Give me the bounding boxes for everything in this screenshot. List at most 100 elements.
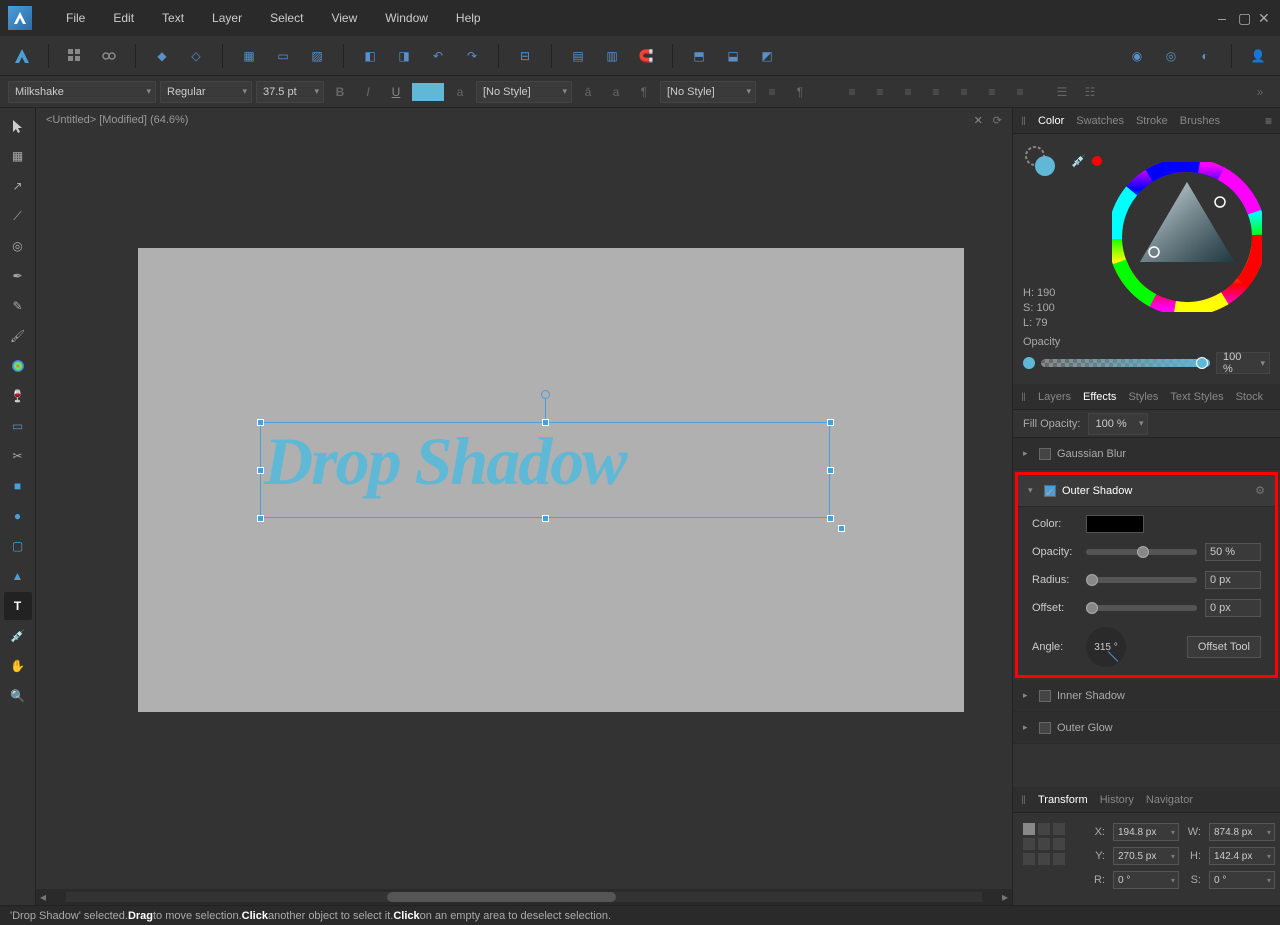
align-center-icon[interactable]: ≡: [868, 81, 892, 103]
rotate-cw-icon[interactable]: ↷: [458, 42, 486, 70]
tab-history[interactable]: History: [1100, 790, 1134, 810]
tab-navigator[interactable]: Navigator: [1146, 790, 1193, 810]
para-panel-icon[interactable]: ≡: [760, 81, 784, 103]
boolean-add-icon[interactable]: ⬒: [685, 42, 713, 70]
edit-pixels-icon[interactable]: ▦: [235, 42, 263, 70]
os-offset-value[interactable]: 0 px: [1205, 599, 1261, 617]
window-maximize[interactable]: ▢: [1232, 10, 1252, 27]
menu-help[interactable]: Help: [442, 0, 495, 36]
handle-bl[interactable]: [257, 515, 264, 522]
para-style-dropdown[interactable]: [No Style]: [660, 81, 756, 103]
offset-tool-button[interactable]: Offset Tool: [1187, 636, 1261, 658]
hand-tool-icon[interactable]: ✋: [4, 652, 32, 680]
h-input[interactable]: 142.4 px: [1209, 847, 1275, 865]
document-tab[interactable]: <Untitled> [Modified] (64.6%) ✕ ⟳: [36, 108, 1012, 132]
node-tool-icon[interactable]: ↗: [4, 172, 32, 200]
doc-sync-icon[interactable]: ⟳: [993, 114, 1002, 127]
outer-shadow-checkbox[interactable]: ✓: [1044, 485, 1056, 497]
char-style-icon[interactable]: a: [448, 81, 472, 103]
link-icon[interactable]: [95, 42, 123, 70]
os-opacity-slider[interactable]: [1086, 549, 1197, 555]
layer-front-icon[interactable]: ▥: [598, 42, 626, 70]
handle-bc[interactable]: [542, 515, 549, 522]
effect-inner-shadow[interactable]: ▸ Inner Shadow: [1013, 680, 1280, 712]
opacity-slider[interactable]: [1041, 359, 1210, 367]
convert-icon[interactable]: ▨: [303, 42, 331, 70]
font-family-dropdown[interactable]: Milkshake: [8, 81, 156, 103]
menu-file[interactable]: File: [52, 0, 99, 36]
x-input[interactable]: 194.8 px: [1113, 823, 1179, 841]
paragraph-icon[interactable]: ¶: [788, 81, 812, 103]
zoom-tool-icon[interactable]: 🔍: [4, 682, 32, 710]
effect-gaussian-blur[interactable]: ▸ Gaussian Blur: [1013, 438, 1280, 470]
move-tool-icon[interactable]: [4, 112, 32, 140]
color-panel-menu-icon[interactable]: ≡: [1265, 114, 1272, 128]
w-input[interactable]: 874.8 px: [1209, 823, 1275, 841]
r-input[interactable]: 0 °: [1113, 871, 1179, 889]
place-image-icon[interactable]: ▭: [4, 412, 32, 440]
account-icon[interactable]: 👤: [1244, 42, 1272, 70]
fill-tool-icon[interactable]: [4, 352, 32, 380]
ellipse-tool-icon[interactable]: ●: [4, 502, 32, 530]
flip-v-icon[interactable]: ◨: [390, 42, 418, 70]
os-opacity-value[interactable]: 50 %: [1205, 543, 1261, 561]
list-bullet-icon[interactable]: ☰: [1050, 81, 1074, 103]
layer-back-icon[interactable]: ▤: [564, 42, 592, 70]
boolean-int-icon[interactable]: ◩: [753, 42, 781, 70]
rotate-ccw-icon[interactable]: ↶: [424, 42, 452, 70]
menu-view[interactable]: View: [317, 0, 371, 36]
tab-effects[interactable]: Effects: [1083, 387, 1116, 407]
canvas-viewport[interactable]: Drop Shadow: [36, 132, 1012, 889]
eyedropper-tool-icon[interactable]: 💉: [4, 622, 32, 650]
snap-icon[interactable]: 🧲: [632, 42, 660, 70]
arrange-icon[interactable]: [61, 42, 89, 70]
triangle-tool-icon[interactable]: ▲: [4, 562, 32, 590]
italic-button[interactable]: I: [356, 81, 380, 103]
handle-tr[interactable]: [827, 419, 834, 426]
tab-styles[interactable]: Styles: [1128, 387, 1158, 407]
handle-skew[interactable]: [838, 525, 845, 532]
os-radius-value[interactable]: 0 px: [1205, 571, 1261, 589]
flip-h-icon[interactable]: ◧: [356, 42, 384, 70]
point-transform-icon[interactable]: ◎: [4, 232, 32, 260]
tab-color[interactable]: Color: [1038, 111, 1064, 131]
tab-text-styles[interactable]: Text Styles: [1170, 387, 1223, 407]
symbols-icon[interactable]: ◎: [1157, 42, 1185, 70]
os-radius-slider[interactable]: [1086, 577, 1197, 583]
handle-mr[interactable]: [827, 467, 834, 474]
window-close[interactable]: ✕: [1252, 10, 1272, 27]
hscroll-thumb[interactable]: [387, 892, 616, 902]
inner-shadow-checkbox[interactable]: [1039, 690, 1051, 702]
boolean-sub-icon[interactable]: ⬓: [719, 42, 747, 70]
underline-button[interactable]: U: [384, 81, 408, 103]
effect-outer-shadow[interactable]: ▾ ✓ Outer Shadow ⚙: [1018, 475, 1275, 507]
tab-stroke[interactable]: Stroke: [1136, 111, 1168, 131]
align-icon[interactable]: ⊟: [511, 42, 539, 70]
os-offset-slider[interactable]: [1086, 605, 1197, 611]
align-justify-icon[interactable]: ≡: [924, 81, 948, 103]
anchor-grid[interactable]: [1023, 823, 1065, 865]
para-style-icon[interactable]: ¶: [632, 81, 656, 103]
artboard-tool-icon[interactable]: ▦: [4, 142, 32, 170]
char-style-dropdown[interactable]: [No Style]: [476, 81, 572, 103]
s-input[interactable]: 0 °: [1209, 871, 1275, 889]
group-icon[interactable]: ◆: [148, 42, 176, 70]
pencil-tool-icon[interactable]: ✎: [4, 292, 32, 320]
rotation-handle[interactable]: [541, 390, 550, 399]
transparency-tool-icon[interactable]: 🍷: [4, 382, 32, 410]
os-angle-dial[interactable]: 315 °: [1086, 627, 1126, 667]
align-left-icon[interactable]: ≡: [840, 81, 864, 103]
window-minimize[interactable]: –: [1212, 10, 1232, 26]
tab-layers[interactable]: Layers: [1038, 387, 1071, 407]
gaussian-checkbox[interactable]: [1039, 448, 1051, 460]
brush-tool-icon[interactable]: 🖌: [4, 322, 32, 350]
os-color-swatch[interactable]: [1086, 515, 1144, 533]
list-number-icon[interactable]: ☷: [1078, 81, 1102, 103]
recent-color-icon[interactable]: [1092, 156, 1102, 166]
assets-icon[interactable]: ◉: [1123, 42, 1151, 70]
opacity-value-input[interactable]: 100 %: [1216, 352, 1270, 374]
tab-swatches[interactable]: Swatches: [1076, 111, 1124, 131]
gear-icon[interactable]: ⚙: [1255, 484, 1265, 497]
eyedropper-icon[interactable]: 💉: [1071, 154, 1086, 168]
font-weight-dropdown[interactable]: Regular: [160, 81, 252, 103]
